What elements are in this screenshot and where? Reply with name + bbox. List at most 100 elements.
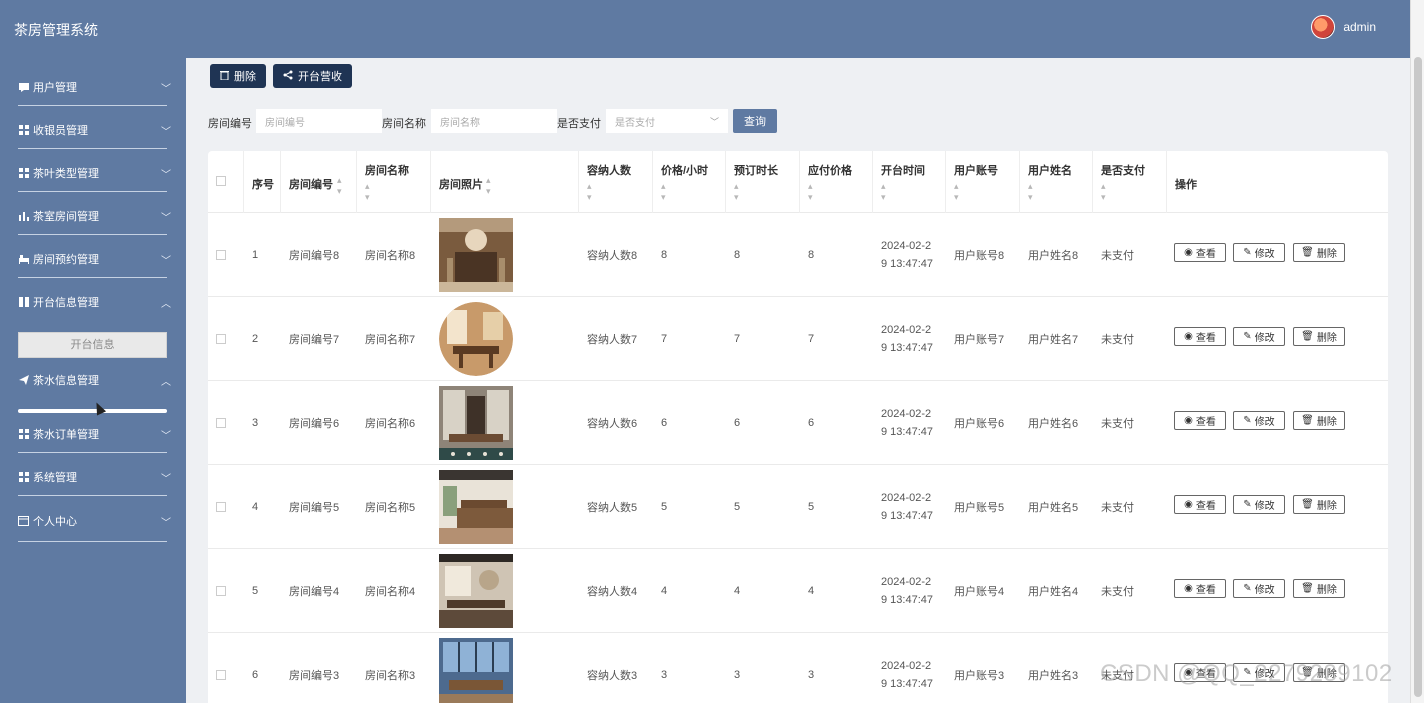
table-header: 序号 房间编号 ▴ ▾ 房间名称 ▴ ▾ 房间照片 ▴ ▾ 容纳人数 ▴ ▾ 价格/小时 ▴ ▾ 预… xyxy=(208,151,1388,213)
column-header-username[interactable]: 用户姓名 ▴ ▾ xyxy=(1020,151,1093,213)
edit-button[interactable]: ✎ 修改 xyxy=(1233,411,1285,430)
sidebar-item-system-management[interactable]: 系统管理 ﹀ xyxy=(18,467,171,487)
column-header-capacity[interactable]: 容纳人数 ▴ ▾ xyxy=(579,151,653,213)
sort-icon[interactable]: ▴ ▾ xyxy=(808,181,813,203)
sidebar-item-tea-order-management[interactable]: 茶水订单管理 ﹀ xyxy=(18,424,171,444)
room-photo[interactable] xyxy=(439,302,513,376)
user-menu[interactable]: admin xyxy=(1311,15,1376,39)
submenu-collapse-bar xyxy=(18,409,167,413)
sidebar-item-personal-center[interactable]: 个人中心 ﹀ xyxy=(18,511,171,531)
room-photo[interactable] xyxy=(439,218,513,292)
sidebar-item-opening-info-management[interactable]: 开台信息管理 ︿ xyxy=(18,292,171,312)
room-name-input[interactable]: 房间名称 xyxy=(431,109,557,133)
sort-icon[interactable]: ▴ ▾ xyxy=(661,181,666,203)
table-body: 1 房间编号8 房间名称8 容纳人数8 8 8 8 2024-02-2 9 13… xyxy=(208,213,1388,703)
column-header-room-no[interactable]: 房间编号 ▴ ▾ xyxy=(281,151,357,213)
query-button[interactable]: 查询 xyxy=(733,109,777,133)
eye-icon: ◉ xyxy=(1184,583,1193,594)
row-checkbox[interactable] xyxy=(216,334,226,344)
sidebar-item-tea-type-management[interactable]: 茶叶类型管理 ﹀ xyxy=(18,163,171,183)
delete-button[interactable]: 删除 xyxy=(210,64,266,88)
sidebar-item-tea-room-management[interactable]: 茶室房间管理 ﹀ xyxy=(18,206,171,226)
paid-select[interactable]: 是否支付 ﹀ xyxy=(606,109,728,133)
room-no-input[interactable]: 房间编号 xyxy=(256,109,382,133)
delete-row-button[interactable]: 🗑 删除 xyxy=(1293,243,1345,262)
sort-icon[interactable]: ▴ ▾ xyxy=(954,181,959,203)
view-button[interactable]: ◉ 查看 xyxy=(1174,579,1226,598)
sort-icon[interactable]: ▴ ▾ xyxy=(486,175,491,197)
sort-icon[interactable]: ▴ ▾ xyxy=(365,181,370,203)
sort-icon[interactable]: ▴ ▾ xyxy=(587,181,592,203)
edit-button[interactable]: ✎ 修改 xyxy=(1233,243,1285,262)
cell-paid: 未支付 xyxy=(1101,334,1134,346)
cell-open-time: 2024-02-2 9 13:47:47 xyxy=(873,465,933,549)
cell-index: 4 xyxy=(252,501,259,513)
sidebar-item-label: 房间预约管理 xyxy=(33,254,99,266)
main-content: 删除 开台营收 房间编号 房间编号 房间名称 房间名称 是否支付 是否支付 ﹀ … xyxy=(186,58,1396,703)
row-checkbox[interactable] xyxy=(216,586,226,596)
room-photo[interactable] xyxy=(439,554,513,628)
delete-row-button[interactable]: 🗑 删除 xyxy=(1293,495,1345,514)
sidebar-item-user-management[interactable]: 用户管理 ﹀ xyxy=(18,77,171,97)
view-button[interactable]: ◉ 查看 xyxy=(1174,411,1226,430)
row-checkbox[interactable] xyxy=(216,418,226,428)
cell-account: 用户账号7 xyxy=(954,334,1005,346)
column-header-open-time[interactable]: 开台时间 ▴ ▾ xyxy=(873,151,946,213)
delete-row-button[interactable]: 🗑 删除 xyxy=(1293,579,1345,598)
column-header-duration[interactable]: 预订时长 ▴ ▾ xyxy=(726,151,800,213)
column-header-amount[interactable]: 应付价格 ▴ ▾ xyxy=(800,151,873,213)
cell-username: 用户姓名6 xyxy=(1028,418,1079,430)
sort-icon[interactable]: ▴ ▾ xyxy=(881,181,886,203)
trash-icon: 🗑 xyxy=(1301,247,1314,258)
view-button[interactable]: ◉ 查看 xyxy=(1174,495,1226,514)
column-header-room-name[interactable]: 房间名称 ▴ ▾ xyxy=(357,151,431,213)
row-checkbox[interactable] xyxy=(216,502,226,512)
scrollbar-thumb[interactable] xyxy=(1414,57,1422,697)
column-header-photo[interactable]: 房间照片 ▴ ▾ xyxy=(431,151,579,213)
cell-price: 5 xyxy=(661,501,668,513)
column-header-account[interactable]: 用户账号 ▴ ▾ xyxy=(946,151,1020,213)
room-photo[interactable] xyxy=(439,638,513,703)
select-all-header xyxy=(208,151,244,213)
cell-amount: 6 xyxy=(808,417,815,429)
cell-room-no: 房间编号7 xyxy=(289,334,340,346)
edit-button[interactable]: ✎ 修改 xyxy=(1233,327,1285,346)
cell-paid: 未支付 xyxy=(1101,502,1134,514)
edit-button[interactable]: ✎ 修改 xyxy=(1233,579,1285,598)
vertical-scrollbar[interactable] xyxy=(1410,0,1424,703)
column-header-paid[interactable]: 是否支付 ▴ ▾ xyxy=(1093,151,1167,213)
column-header-price[interactable]: 价格/小时 ▴ ▾ xyxy=(653,151,726,213)
sort-icon[interactable]: ▴ ▾ xyxy=(337,175,342,197)
open-time-line2: 9 13:47:47 xyxy=(881,510,933,522)
sort-icon[interactable]: ▴ ▾ xyxy=(734,181,739,203)
edit-button[interactable]: ✎ 修改 xyxy=(1233,495,1285,514)
delete-row-button[interactable]: 🗑 删除 xyxy=(1293,411,1345,430)
open-revenue-button[interactable]: 开台营收 xyxy=(273,64,352,88)
open-time-line2: 9 13:47:47 xyxy=(881,678,933,690)
cell-duration: 3 xyxy=(734,669,741,681)
sidebar: 用户管理 ﹀ 收银员管理 ﹀ 茶叶类型管理 ﹀ 茶室房间管理 ﹀ 房间预约管理 … xyxy=(0,58,186,703)
trash-icon: 🗑 xyxy=(1301,583,1314,594)
submenu-item-opening-info[interactable]: 开台信息 xyxy=(18,332,167,358)
select-all-checkbox[interactable] xyxy=(216,176,226,186)
open-time-line1: 2024-02-2 xyxy=(881,324,932,336)
room-photo[interactable] xyxy=(439,386,513,460)
user-name[interactable]: admin xyxy=(1343,20,1376,34)
sidebar-item-room-booking-management[interactable]: 房间预约管理 ﹀ xyxy=(18,249,171,269)
row-checkbox[interactable] xyxy=(216,670,226,680)
delete-row-button[interactable]: 🗑 删除 xyxy=(1293,327,1345,346)
view-button[interactable]: ◉ 查看 xyxy=(1174,327,1226,346)
edit-label: 修改 xyxy=(1254,501,1275,512)
room-photo[interactable] xyxy=(439,470,513,544)
sidebar-item-tea-drink-management[interactable]: 茶水信息管理 ︿ xyxy=(18,370,171,390)
row-checkbox[interactable] xyxy=(216,250,226,260)
cell-account: 用户账号5 xyxy=(954,502,1005,514)
sort-icon[interactable]: ▴ ▾ xyxy=(1101,181,1106,203)
view-button[interactable]: ◉ 查看 xyxy=(1174,243,1226,262)
trash-icon: 🗑 xyxy=(1301,331,1314,342)
chevron-down-icon: ﹀ xyxy=(161,474,171,485)
sort-icon[interactable]: ▴ ▾ xyxy=(1028,181,1033,203)
edit-label: 修改 xyxy=(1254,585,1275,596)
sidebar-item-cashier-management[interactable]: 收银员管理 ﹀ xyxy=(18,120,171,140)
avatar[interactable] xyxy=(1311,15,1336,39)
